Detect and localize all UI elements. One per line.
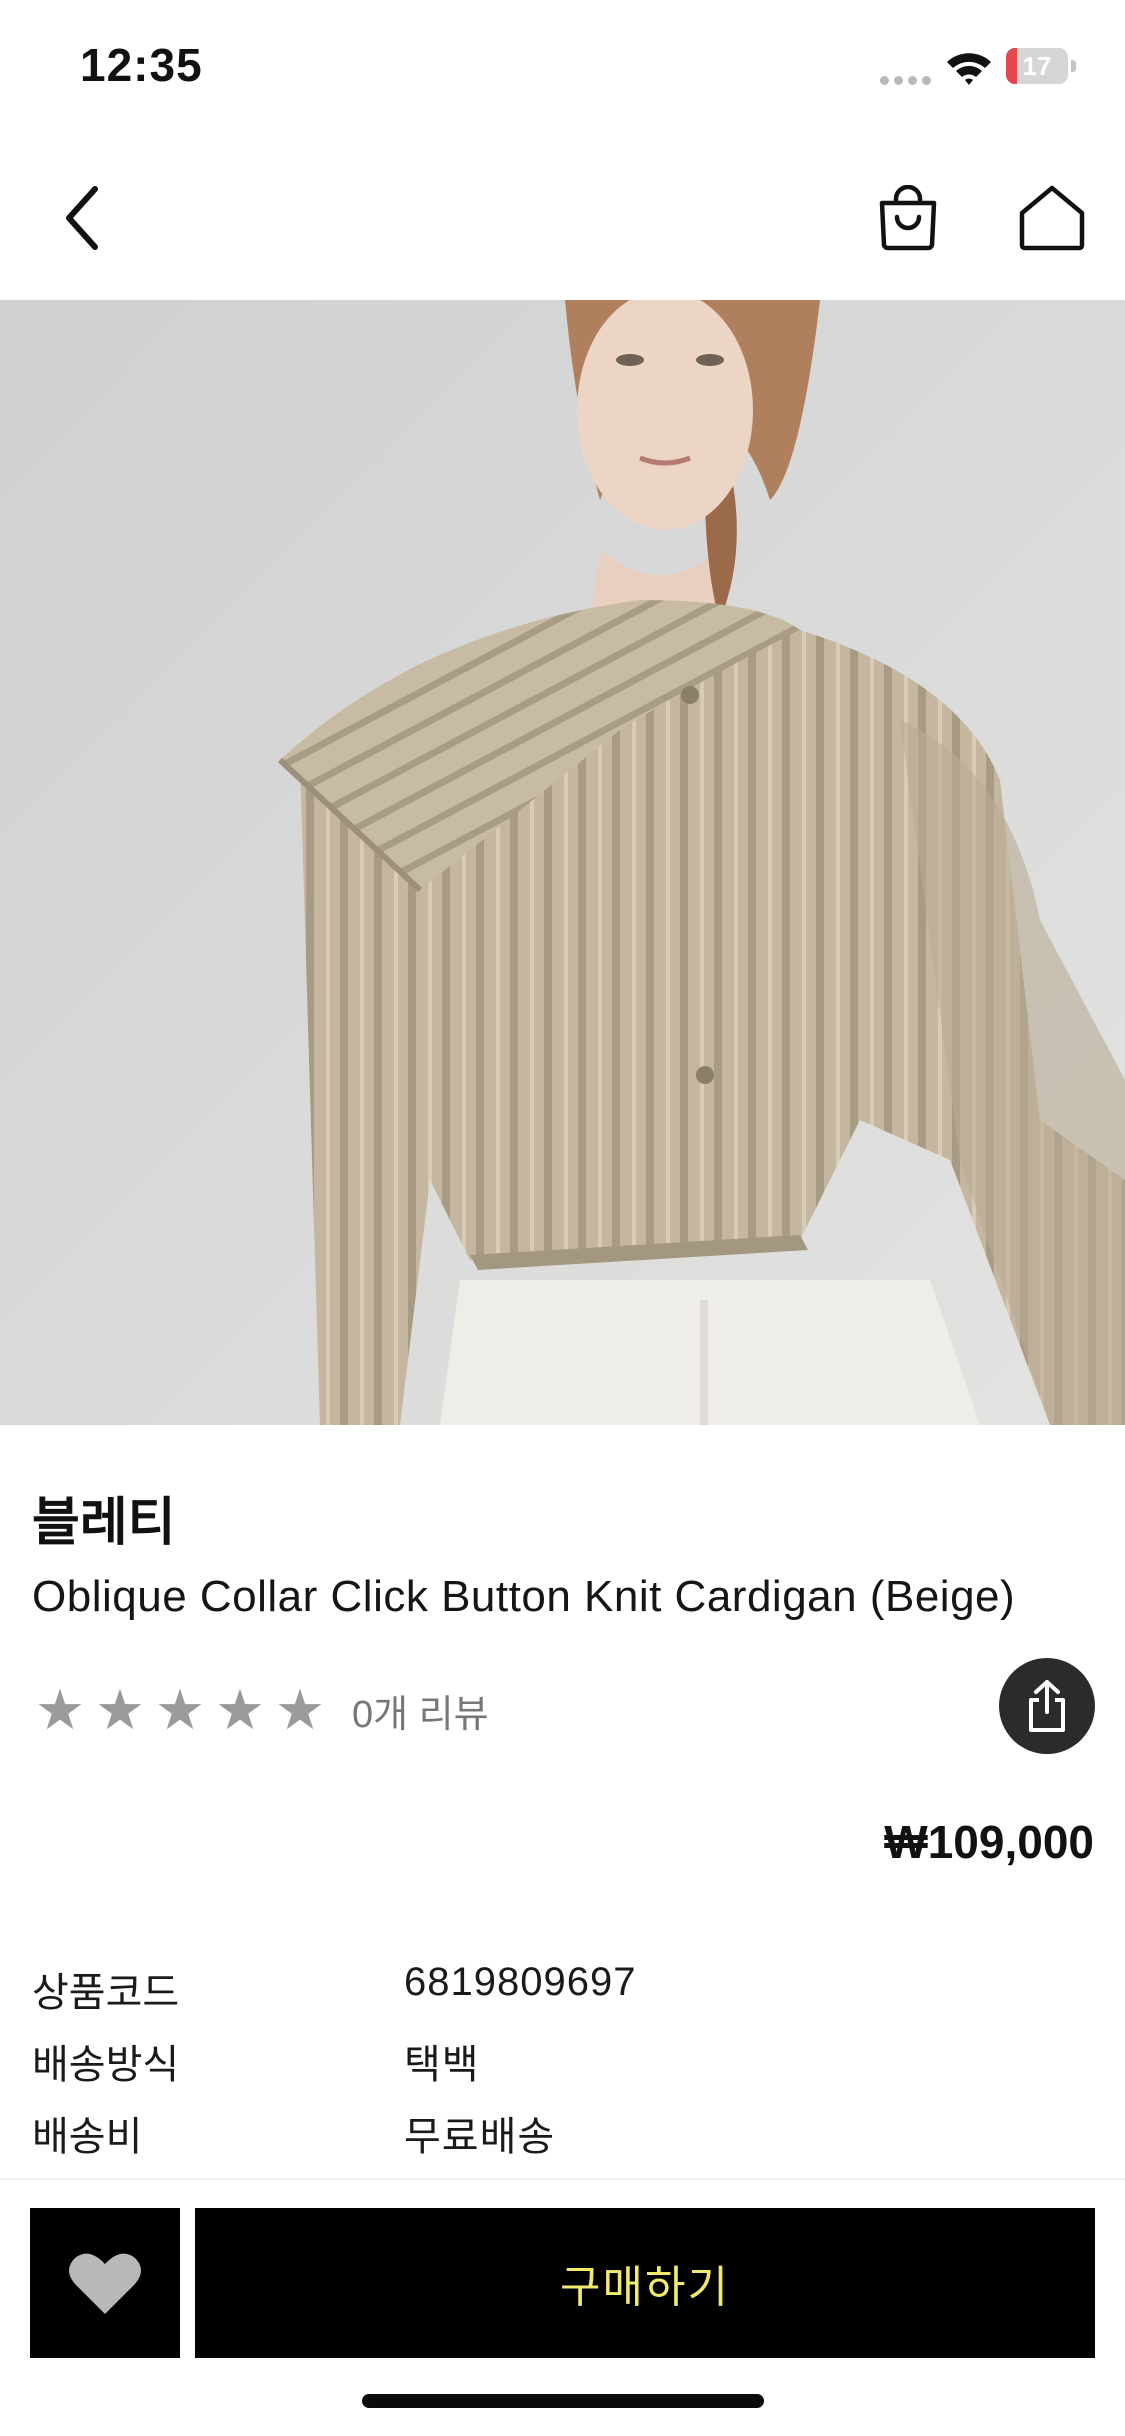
heart-icon bbox=[69, 2253, 141, 2314]
star-icon: ★ bbox=[214, 1678, 266, 1741]
star-icon: ★ bbox=[274, 1678, 326, 1741]
back-button[interactable] bbox=[22, 135, 142, 300]
share-icon bbox=[1029, 1680, 1065, 1732]
chevron-left-icon bbox=[66, 185, 98, 250]
brand-name[interactable]: 블레티 bbox=[32, 1480, 176, 1555]
cellular-signal-icon bbox=[880, 76, 932, 86]
share-button[interactable] bbox=[999, 1658, 1095, 1754]
navigation-bar bbox=[0, 135, 1125, 300]
battery-icon: 17 bbox=[1006, 48, 1076, 86]
review-count[interactable]: 0개 리뷰 bbox=[352, 1683, 489, 1738]
star-rating: ★ ★ ★ ★ ★ bbox=[32, 1680, 328, 1740]
spec-label: 배송방식 bbox=[32, 2043, 180, 2087]
home-icon bbox=[1019, 185, 1085, 250]
home-button[interactable] bbox=[992, 135, 1112, 300]
spec-row-shipping-fee: 배송비 무료배송 bbox=[32, 2104, 1092, 2164]
spec-value: 택백 bbox=[404, 2043, 480, 2087]
price: ₩109,000 bbox=[884, 1816, 1094, 1868]
spec-value: 무료배송 bbox=[404, 2115, 556, 2159]
spec-row-product-code: 상품코드 6819809697 bbox=[32, 1960, 1092, 2020]
home-indicator bbox=[362, 2394, 764, 2408]
star-icon: ★ bbox=[34, 1678, 86, 1741]
product-name: Oblique Collar Click Button Knit Cardiga… bbox=[32, 1572, 1016, 1621]
wifi-icon bbox=[944, 48, 994, 88]
spec-row-shipping-method: 배송방식 택백 bbox=[32, 2032, 1092, 2092]
buy-button[interactable]: 구매하기 bbox=[195, 2208, 1095, 2358]
shopping-bag-icon bbox=[879, 184, 937, 250]
spec-label: 배송비 bbox=[32, 2115, 143, 2159]
product-image[interactable] bbox=[0, 300, 1125, 1425]
wishlist-button[interactable] bbox=[30, 2208, 180, 2358]
spec-value: 6819809697 bbox=[404, 1960, 637, 2004]
star-icon: ★ bbox=[94, 1678, 146, 1741]
battery-percentage: 17 bbox=[1022, 51, 1052, 81]
cart-button[interactable] bbox=[848, 135, 968, 300]
status-time: 12:35 bbox=[80, 39, 203, 91]
star-icon: ★ bbox=[154, 1678, 206, 1741]
status-bar: 12:35 17 bbox=[0, 0, 1125, 135]
divider bbox=[0, 2178, 1125, 2180]
spec-label: 상품코드 bbox=[32, 1971, 180, 2015]
rating[interactable]: ★ ★ ★ ★ ★ 0개 리뷰 bbox=[32, 1675, 489, 1745]
product-photo bbox=[0, 300, 1125, 1425]
